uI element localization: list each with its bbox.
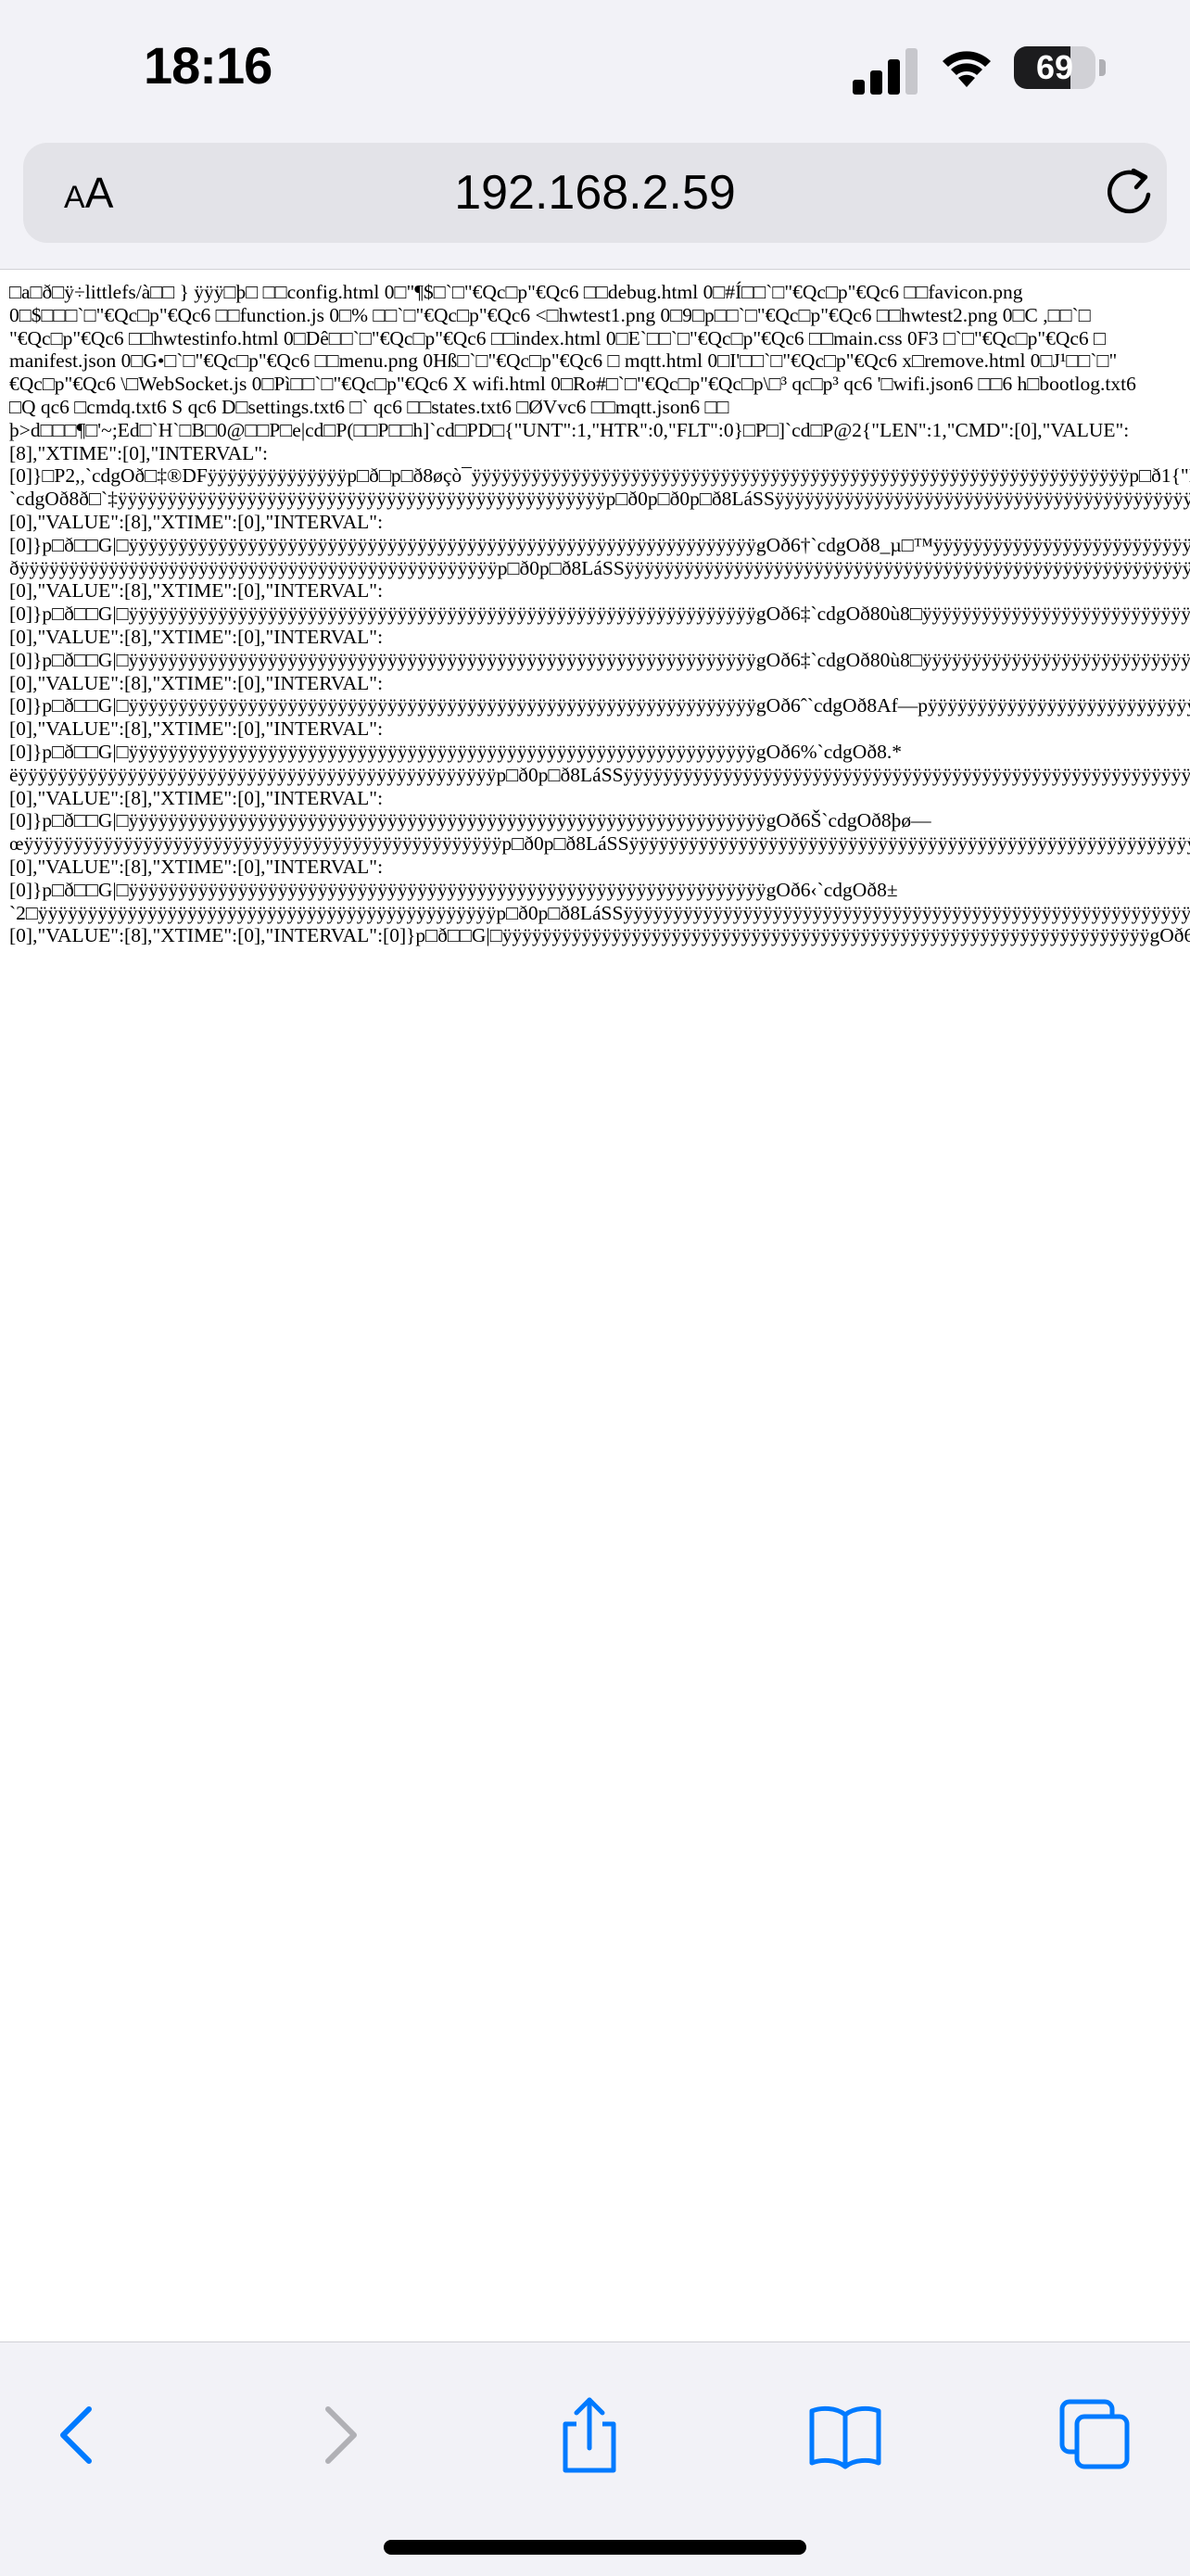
status-icons: 69 <box>853 43 1131 98</box>
raw-text-line: [0]}p□ð□□G|□ÿÿÿÿÿÿÿÿÿÿÿÿÿÿÿÿÿÿÿÿÿÿÿÿÿÿÿÿ… <box>9 533 1190 556</box>
reload-button[interactable] <box>1102 165 1158 221</box>
raw-text-line: þ>d□□□¶□'~;Ed□`H`□B□0@□□P□e|cd□P(□□P□□h]… <box>9 418 1130 441</box>
cellular-signal-icon <box>853 43 918 95</box>
raw-text-line: [0]}p□ð□□G|□ÿÿÿÿÿÿÿÿÿÿÿÿÿÿÿÿÿÿÿÿÿÿÿÿÿÿÿÿ… <box>9 809 931 832</box>
tabs-button[interactable] <box>1047 2389 1140 2481</box>
tabs-icon <box>1059 2399 1130 2469</box>
raw-text-line: ðÿÿÿÿÿÿÿÿÿÿÿÿÿÿÿÿÿÿÿÿÿÿÿÿÿÿÿÿÿÿÿÿÿÿÿÿÿÿÿ… <box>9 556 1190 579</box>
battery-tip <box>1099 59 1106 76</box>
raw-file-text: □a□ð□ÿ÷littlefs/à□□ } ÿÿÿ□þ□ □□config.ht… <box>0 281 1190 947</box>
raw-text-line: [0]}p□ð□□G|□ÿÿÿÿÿÿÿÿÿÿÿÿÿÿÿÿÿÿÿÿÿÿÿÿÿÿÿÿ… <box>9 694 1190 717</box>
battery-level-text: 69 <box>1035 48 1074 86</box>
chevron-left-icon <box>60 2406 92 2464</box>
url-text[interactable]: 192.168.2.59 <box>23 143 1167 243</box>
page-content[interactable]: □a□ð□ÿ÷littlefs/à□□ } ÿÿÿ□þ□ □□config.ht… <box>0 281 1190 2339</box>
raw-text-line: [0],"VALUE":[8],"XTIME":[0],"INTERVAL": <box>9 855 384 878</box>
book-icon <box>809 2405 881 2469</box>
raw-text-line: [0]}p□ð□□G|□ÿÿÿÿÿÿÿÿÿÿÿÿÿÿÿÿÿÿÿÿÿÿÿÿÿÿÿÿ… <box>9 878 898 901</box>
back-button[interactable] <box>32 2389 124 2481</box>
browser-top-chrome: 18:16 69 AA 192.168.2.59 <box>0 0 1190 270</box>
raw-text-line: [0],"VALUE":[8],"XTIME":[0],"INTERVAL": <box>9 510 384 533</box>
raw-text-line: "€Qc□p"€Qc6 □□hwtestinfo.html 0□Dê□□`□"€… <box>9 326 1107 349</box>
wifi-icon <box>938 43 995 89</box>
address-bar[interactable]: AA 192.168.2.59 <box>23 143 1167 243</box>
raw-text-line: manifest.json 0□G•□`□"€Qc□p"€Qc6 □□menu.… <box>9 349 1118 373</box>
raw-text-line: [0]}p□ð□□G|□ÿÿÿÿÿÿÿÿÿÿÿÿÿÿÿÿÿÿÿÿÿÿÿÿÿÿÿÿ… <box>9 740 902 763</box>
home-indicator <box>384 2540 806 2555</box>
chevron-right-icon <box>325 2406 357 2464</box>
raw-text-line: 0□$□□□`□"€Qc□p"€Qc6 □□function.js 0□% □□… <box>9 303 1091 326</box>
raw-text-line: [0],"VALUE":[8],"XTIME":[0],"INTERVAL": <box>9 786 384 809</box>
raw-text-line: [0],"VALUE":[8],"XTIME":[0],"INTERVAL": <box>9 579 384 603</box>
raw-text-line: œÿÿÿÿÿÿÿÿÿÿÿÿÿÿÿÿÿÿÿÿÿÿÿÿÿÿÿÿÿÿÿÿÿÿÿÿÿÿÿ… <box>9 832 1190 856</box>
raw-text-line: [0],"VALUE":[8],"XTIME":[0],"INTERVAL": <box>9 717 384 741</box>
raw-text-line: `2□ÿÿÿÿÿÿÿÿÿÿÿÿÿÿÿÿÿÿÿÿÿÿÿÿÿÿÿÿÿÿÿÿÿÿÿÿÿ… <box>9 901 1190 924</box>
bookmarks-button[interactable] <box>799 2389 892 2481</box>
raw-text-line: [0],"VALUE":[8],"XTIME":[0],"INTERVAL": <box>9 625 384 648</box>
raw-text-line: [0],"VALUE":[8],"XTIME":[0],"INTERVAL": <box>9 671 384 694</box>
raw-text-line: [0]}p□ð□□G|□ÿÿÿÿÿÿÿÿÿÿÿÿÿÿÿÿÿÿÿÿÿÿÿÿÿÿÿÿ… <box>9 648 1190 671</box>
share-button[interactable] <box>543 2389 636 2481</box>
raw-text-line: □a□ð□ÿ÷littlefs/à□□ } ÿÿÿ□þ□ □□config.ht… <box>9 281 1023 303</box>
battery-icon: 69 <box>1014 46 1095 89</box>
raw-text-line: □Q qc6 □cmdq.txt6 S qc6 D□settings.txt6 … <box>9 395 729 418</box>
reload-icon <box>1107 168 1151 214</box>
raw-text-line: €Qc□p"€Qc6 \□WebSocket.js 0□Pì□□`□"€Qc□p… <box>9 373 1136 396</box>
raw-text-line: [0]}p□ð□□G|□ÿÿÿÿÿÿÿÿÿÿÿÿÿÿÿÿÿÿÿÿÿÿÿÿÿÿÿÿ… <box>9 603 1190 626</box>
raw-text-line: `cdgOð8ð□`‡ÿÿÿÿÿÿÿÿÿÿÿÿÿÿÿÿÿÿÿÿÿÿÿÿÿÿÿÿÿ… <box>9 488 1190 511</box>
status-time: 18:16 <box>144 36 272 95</box>
raw-text-line: [0]}□P2,,`cdgOð□‡®DFÿÿÿÿÿÿÿÿÿÿÿÿÿÿp□ð□p□… <box>9 464 1190 488</box>
raw-text-line: ëÿÿÿÿÿÿÿÿÿÿÿÿÿÿÿÿÿÿÿÿÿÿÿÿÿÿÿÿÿÿÿÿÿÿÿÿÿÿÿ… <box>9 763 1190 786</box>
forward-button[interactable] <box>293 2389 386 2481</box>
raw-text-line: [8],"XTIME":[0],"INTERVAL": <box>9 441 268 464</box>
share-icon <box>563 2397 616 2473</box>
raw-text-line: [0],"VALUE":[8],"XTIME":[0],"INTERVAL":[… <box>9 924 1190 947</box>
